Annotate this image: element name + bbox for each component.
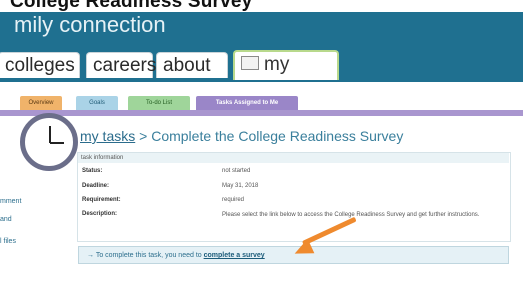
tab-colleges[interactable]: colleges [0,52,80,78]
task-info-panel [77,152,511,242]
breadcrumb-separator: > [135,128,152,144]
subtab-tasks-assigned[interactable]: Tasks Assigned to Me [196,96,298,110]
description-value: Please select the link below to access t… [222,212,480,218]
tab-my-planner[interactable]: my planner [233,50,339,101]
task-info-header: task information [78,153,509,163]
subtab-todo-list[interactable]: To-do List [128,96,190,110]
description-label: Description: [82,211,118,217]
complete-survey-link[interactable]: complete a survey [204,252,265,259]
status-value: not started [222,168,251,174]
requirement-label: Requirement: [82,197,121,203]
sidebar-item-comment[interactable]: mment [0,198,21,205]
cta-prefix: → To complete this task, you need to [87,252,202,259]
task-title: Complete the College Readiness Survey [151,128,404,144]
sidebar-item-files[interactable]: l files [0,238,16,245]
tab-about-me[interactable]: about me [156,52,228,102]
clock-icon [20,113,78,171]
sidebar-item-and[interactable]: and [0,216,12,223]
planner-icon [241,55,259,70]
page-title: my tasks > Complete the College Readines… [80,128,403,144]
breadcrumb-my-tasks[interactable]: my tasks [80,128,135,144]
deadline-value: May 31, 2018 [222,183,259,189]
subtab-underline [0,110,523,116]
tab-careers[interactable]: careers [86,52,156,78]
subtab-overview[interactable]: Overview [20,96,62,110]
requirement-value: required [222,197,245,203]
deadline-label: Deadline: [82,183,110,189]
status-label: Status: [82,168,103,174]
brand-name: mily connection [14,12,166,37]
subtab-goals[interactable]: Goals [76,96,118,110]
